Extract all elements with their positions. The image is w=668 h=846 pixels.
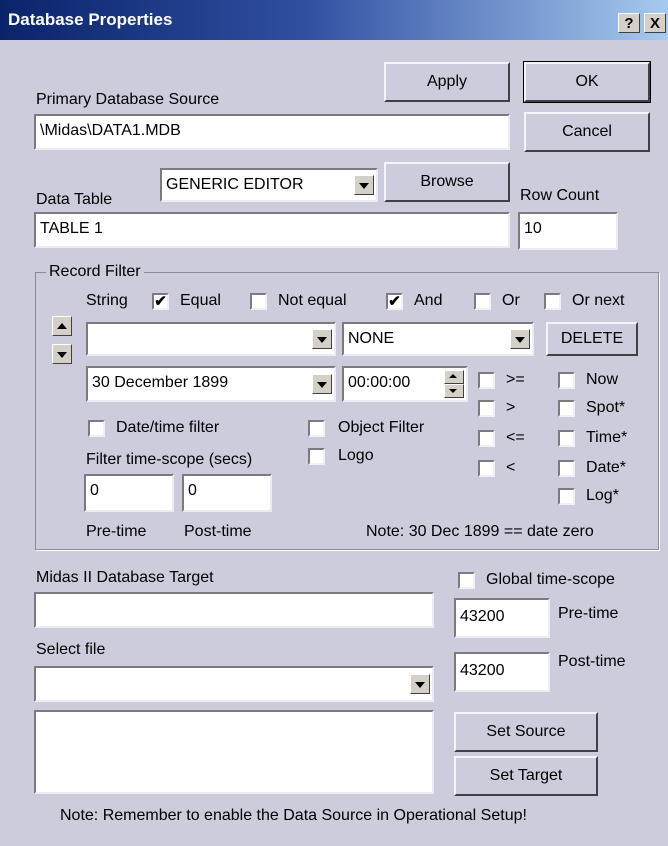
or-checkbox[interactable] bbox=[474, 293, 491, 310]
chevron-down-icon[interactable] bbox=[312, 374, 332, 394]
post-time-label: Post-time bbox=[184, 523, 252, 540]
set-target-button[interactable]: Set Target bbox=[454, 756, 598, 796]
global-post-time-label: Post-time bbox=[558, 653, 626, 670]
time-checkbox[interactable] bbox=[558, 430, 575, 447]
field-select[interactable] bbox=[86, 322, 336, 356]
now-label: Now bbox=[586, 371, 619, 388]
logo-checkbox[interactable] bbox=[308, 448, 325, 465]
or-next-label: Or next bbox=[572, 292, 625, 309]
op-gte-checkbox[interactable] bbox=[478, 372, 495, 389]
op-lte-checkbox[interactable] bbox=[478, 430, 495, 447]
object-filter-checkbox[interactable] bbox=[308, 420, 325, 437]
time-scope-label: Filter time-scope (secs) bbox=[86, 451, 253, 468]
post-time-input[interactable]: 0 bbox=[182, 474, 272, 512]
set-source-button[interactable]: Set Source bbox=[454, 712, 598, 752]
or-label: Or bbox=[502, 292, 520, 309]
move-up-button[interactable] bbox=[52, 316, 72, 336]
not-equal-checkbox[interactable] bbox=[250, 293, 267, 310]
select-file-label: Select file bbox=[36, 641, 106, 658]
global-pre-time-input[interactable]: 43200 bbox=[454, 598, 550, 638]
cancel-button[interactable]: Cancel bbox=[524, 112, 650, 152]
row-count-value: 10 bbox=[524, 220, 542, 237]
move-down-button[interactable] bbox=[52, 344, 72, 364]
chevron-down-icon[interactable] bbox=[354, 175, 374, 195]
primary-source-value: \Midas\DATA1.MDB bbox=[40, 122, 181, 139]
op-gt-checkbox[interactable] bbox=[478, 400, 495, 417]
log-checkbox[interactable] bbox=[558, 488, 575, 505]
global-post-time-value: 43200 bbox=[460, 662, 505, 679]
primary-source-input[interactable]: \Midas\DATA1.MDB bbox=[34, 114, 510, 150]
editor-select-value: GENERIC EDITOR bbox=[166, 176, 304, 193]
op-gte-label: >= bbox=[506, 371, 525, 388]
date-select[interactable]: 30 December 1899 bbox=[86, 366, 336, 402]
data-table-input[interactable]: TABLE 1 bbox=[34, 212, 510, 248]
apply-button[interactable]: Apply bbox=[384, 62, 510, 102]
op-gt-label: > bbox=[506, 399, 516, 416]
chevron-down-icon[interactable] bbox=[312, 329, 332, 349]
date-checkbox[interactable] bbox=[558, 460, 575, 477]
pre-time-label: Pre-time bbox=[86, 523, 147, 540]
equal-checkbox[interactable]: ✔ bbox=[152, 293, 169, 310]
dialog-title: Database Properties bbox=[8, 10, 173, 29]
op-lt-checkbox[interactable] bbox=[478, 460, 495, 477]
footer-note: Note: Remember to enable the Data Source… bbox=[60, 807, 527, 824]
ok-button[interactable]: OK bbox=[523, 61, 651, 103]
file-list[interactable] bbox=[34, 710, 434, 794]
global-post-time-input[interactable]: 43200 bbox=[454, 652, 550, 692]
record-filter-title: Record Filter bbox=[46, 262, 144, 282]
primary-source-label: Primary Database Source bbox=[36, 91, 220, 108]
date-zero-note: Note: 30 Dec 1899 == date zero bbox=[366, 523, 594, 540]
global-time-scope-label: Global time-scope bbox=[486, 571, 615, 588]
global-pre-time-label: Pre-time bbox=[558, 605, 619, 622]
value-select[interactable]: NONE bbox=[342, 322, 534, 356]
select-file-dropdown[interactable] bbox=[34, 666, 434, 702]
pre-time-input[interactable]: 0 bbox=[84, 474, 174, 512]
chevron-down-icon[interactable] bbox=[510, 329, 530, 349]
date-label: Date* bbox=[586, 459, 627, 476]
equal-label: Equal bbox=[180, 292, 221, 309]
global-time-scope-checkbox[interactable] bbox=[458, 572, 475, 589]
log-label: Log* bbox=[586, 487, 619, 504]
time-down-button[interactable] bbox=[444, 384, 464, 398]
string-label: String bbox=[86, 292, 128, 309]
now-checkbox[interactable] bbox=[558, 372, 575, 389]
delete-button[interactable]: DELETE bbox=[546, 322, 638, 356]
data-table-label: Data Table bbox=[36, 191, 113, 208]
or-next-checkbox[interactable] bbox=[544, 293, 561, 310]
spot-checkbox[interactable] bbox=[558, 400, 575, 417]
time-label: Time* bbox=[586, 429, 628, 446]
spot-label: Spot* bbox=[586, 399, 626, 416]
data-table-value: TABLE 1 bbox=[40, 220, 103, 237]
target-label: Midas II Database Target bbox=[36, 569, 214, 586]
logo-label: Logo bbox=[338, 447, 374, 464]
and-label: And bbox=[414, 292, 443, 309]
target-input[interactable] bbox=[34, 592, 434, 628]
date-select-value: 30 December 1899 bbox=[92, 374, 229, 391]
date-time-filter-label: Date/time filter bbox=[116, 419, 220, 436]
not-equal-label: Not equal bbox=[278, 292, 347, 309]
editor-select[interactable]: GENERIC EDITOR bbox=[160, 168, 378, 202]
and-checkbox[interactable]: ✔ bbox=[386, 293, 403, 310]
help-button[interactable]: ? bbox=[618, 13, 640, 33]
global-pre-time-value: 43200 bbox=[460, 608, 505, 625]
row-count-label: Row Count bbox=[520, 187, 600, 204]
browse-button[interactable]: Browse bbox=[384, 162, 510, 202]
row-count-input[interactable]: 10 bbox=[518, 212, 618, 250]
close-button[interactable]: X bbox=[644, 13, 666, 33]
chevron-down-icon[interactable] bbox=[410, 674, 430, 694]
date-time-filter-checkbox[interactable] bbox=[88, 420, 105, 437]
time-input[interactable]: 00:00:00 bbox=[342, 366, 468, 402]
time-up-button[interactable] bbox=[444, 370, 464, 384]
value-select-value: NONE bbox=[348, 330, 395, 347]
time-input-value: 00:00:00 bbox=[348, 374, 411, 391]
object-filter-label: Object Filter bbox=[338, 419, 425, 436]
op-lt-label: < bbox=[506, 459, 516, 476]
title-bar[interactable]: Database Properties ? X bbox=[0, 0, 668, 40]
post-time-value: 0 bbox=[188, 482, 197, 499]
op-lte-label: <= bbox=[506, 429, 525, 446]
pre-time-value: 0 bbox=[90, 482, 99, 499]
database-properties-dialog: Database Properties ? X Primary Database… bbox=[0, 0, 668, 846]
